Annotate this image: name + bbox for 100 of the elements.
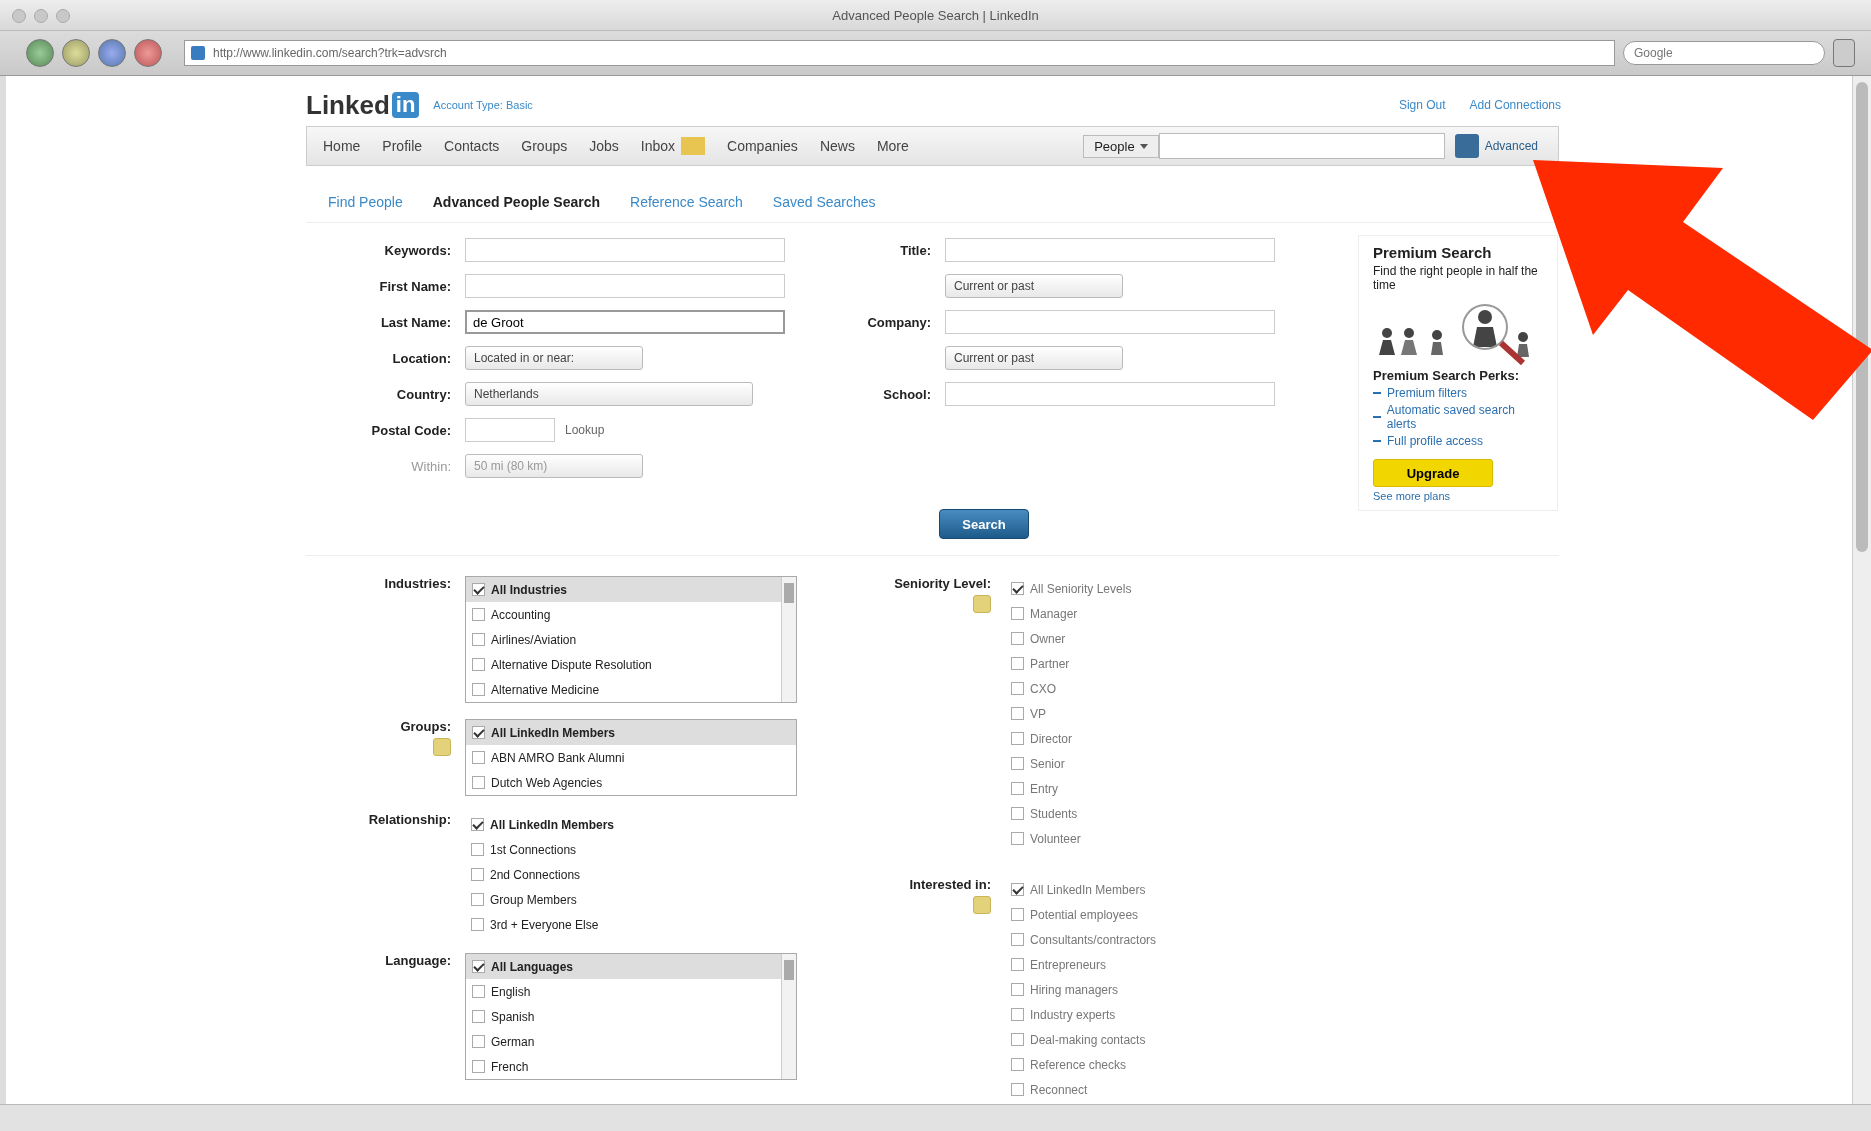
option-label[interactable]: CXO: [1030, 681, 1056, 696]
option-label[interactable]: Manager: [1030, 606, 1078, 621]
option-label[interactable]: Alternative Dispute Resolution: [491, 657, 652, 672]
header-link[interactable]: Sign Out: [1398, 98, 1446, 112]
option-label[interactable]: Hiring managers: [1030, 982, 1119, 997]
checkbox[interactable]: [1011, 732, 1024, 745]
checkbox[interactable]: [1011, 958, 1024, 971]
checkbox[interactable]: [1011, 933, 1024, 946]
back-button[interactable]: [26, 39, 54, 67]
logo[interactable]: Linked in: [306, 89, 420, 121]
option-label[interactable]: Potential employees: [1030, 907, 1139, 922]
forward-button[interactable]: [62, 39, 90, 67]
checkbox[interactable]: [472, 985, 485, 998]
scrollbar[interactable]: [781, 577, 796, 702]
checkbox[interactable]: [472, 1035, 485, 1048]
option-label[interactable]: ABN AMRO Bank Alumni: [491, 750, 625, 765]
checkbox[interactable]: [1011, 657, 1024, 670]
checkbox[interactable]: [471, 818, 484, 831]
list-box[interactable]: All Industries Accounting Airlines/Aviation Alternative Dispute Resolution Alternative Medicine: [465, 576, 797, 703]
checkbox[interactable]: [1011, 682, 1024, 695]
dropdown[interactable]: Current or past: [945, 346, 1123, 370]
perk-link[interactable]: Automatic saved search alerts: [1386, 403, 1543, 431]
option-label[interactable]: 1st Connections: [490, 842, 577, 857]
checkbox[interactable]: [1011, 757, 1024, 770]
option-label[interactable]: Accounting: [491, 607, 551, 622]
tab[interactable]: Advanced People Search: [432, 194, 600, 210]
checkbox[interactable]: [471, 893, 484, 906]
search-icon[interactable]: [1454, 134, 1479, 158]
checkbox[interactable]: [472, 583, 485, 596]
checkbox[interactable]: [472, 1010, 485, 1023]
option-label[interactable]: Owner: [1030, 631, 1066, 646]
nav-item[interactable]: Inbox: [640, 138, 676, 154]
checkbox[interactable]: [472, 726, 485, 739]
option-label[interactable]: Group Members: [490, 892, 577, 907]
dropdown[interactable]: Located in or near:: [465, 346, 643, 370]
postal-code-field[interactable]: [465, 418, 555, 442]
option-label[interactable]: All Languages: [491, 959, 573, 974]
search-field[interactable]: [1158, 133, 1445, 159]
option-label[interactable]: All Industries: [491, 582, 567, 597]
checkbox[interactable]: [472, 751, 485, 764]
option-label[interactable]: Entry: [1030, 781, 1058, 796]
checkbox[interactable]: [1011, 1083, 1024, 1096]
text-field[interactable]: [945, 310, 1275, 334]
checkbox[interactable]: [472, 658, 485, 671]
option-label[interactable]: Consultants/contractors: [1030, 932, 1157, 947]
text-field[interactable]: [945, 382, 1275, 406]
option-label[interactable]: Volunteer: [1030, 831, 1081, 846]
more-plans-link[interactable]: See more plans: [1373, 490, 1543, 502]
option-label[interactable]: Senior: [1030, 756, 1065, 771]
option-label[interactable]: Director: [1030, 731, 1072, 746]
nav-item[interactable]: Jobs: [589, 138, 619, 154]
option-label[interactable]: Deal-making contacts: [1030, 1032, 1146, 1047]
option-label[interactable]: Industry experts: [1030, 1007, 1116, 1022]
option-label[interactable]: Entrepreneurs: [1030, 957, 1107, 972]
checkbox[interactable]: [472, 608, 485, 621]
nav-item[interactable]: Contacts: [444, 138, 500, 154]
option-label[interactable]: All LinkedIn Members: [1030, 882, 1146, 897]
checkbox[interactable]: [1011, 707, 1024, 720]
text-field[interactable]: de Groot: [465, 310, 785, 334]
help-icon[interactable]: [433, 738, 451, 756]
option-label[interactable]: Airlines/Aviation: [491, 632, 577, 647]
list-box[interactable]: All Languages English Spanish German French: [465, 953, 797, 1080]
option-label[interactable]: Spanish: [491, 1009, 535, 1024]
option-label[interactable]: Reference checks: [1030, 1057, 1127, 1072]
tab[interactable]: Reference Search: [630, 194, 743, 210]
checkbox[interactable]: [1011, 632, 1024, 645]
option-label[interactable]: All LinkedIn Members: [490, 817, 615, 832]
option-label[interactable]: 2nd Connections: [490, 867, 581, 882]
nav-item[interactable]: News: [819, 138, 855, 154]
bookmark-button[interactable]: [1833, 39, 1855, 67]
checkbox[interactable]: [471, 918, 484, 931]
option-label[interactable]: Partner: [1030, 656, 1070, 671]
perk-link[interactable]: Premium filters: [1387, 386, 1467, 400]
checkbox[interactable]: [1011, 832, 1024, 845]
checkbox[interactable]: [1011, 582, 1024, 595]
search-field[interactable]: Google: [1623, 41, 1825, 65]
account-type-link[interactable]: Account Type: Basic: [433, 99, 533, 111]
option-label[interactable]: VP: [1030, 706, 1046, 721]
checkbox[interactable]: [1011, 782, 1024, 795]
option-label[interactable]: Alternative Medicine: [491, 682, 600, 697]
search-scope-select[interactable]: People: [1083, 134, 1159, 158]
nav-item[interactable]: Groups: [521, 138, 568, 154]
checkbox[interactable]: [1011, 807, 1024, 820]
option-label[interactable]: Dutch Web Agencies: [491, 775, 603, 790]
option-label[interactable]: English: [491, 984, 531, 999]
option-label[interactable]: Reconnect: [1030, 1082, 1088, 1097]
text-field[interactable]: [465, 274, 785, 298]
help-icon[interactable]: [973, 896, 991, 914]
checkbox[interactable]: [1011, 1008, 1024, 1021]
close-icon[interactable]: [12, 9, 26, 23]
option-label[interactable]: French: [491, 1059, 529, 1074]
lookup-link[interactable]: Lookup: [565, 423, 605, 437]
text-field[interactable]: [465, 238, 785, 262]
advanced-link[interactable]: Advanced: [1484, 139, 1558, 153]
reload-button[interactable]: [98, 39, 126, 67]
tab[interactable]: Saved Searches: [772, 194, 876, 210]
checkbox[interactable]: [472, 776, 485, 789]
checkbox[interactable]: [1011, 983, 1024, 996]
dropdown[interactable]: Netherlands: [465, 382, 753, 406]
checkbox[interactable]: [471, 843, 484, 856]
